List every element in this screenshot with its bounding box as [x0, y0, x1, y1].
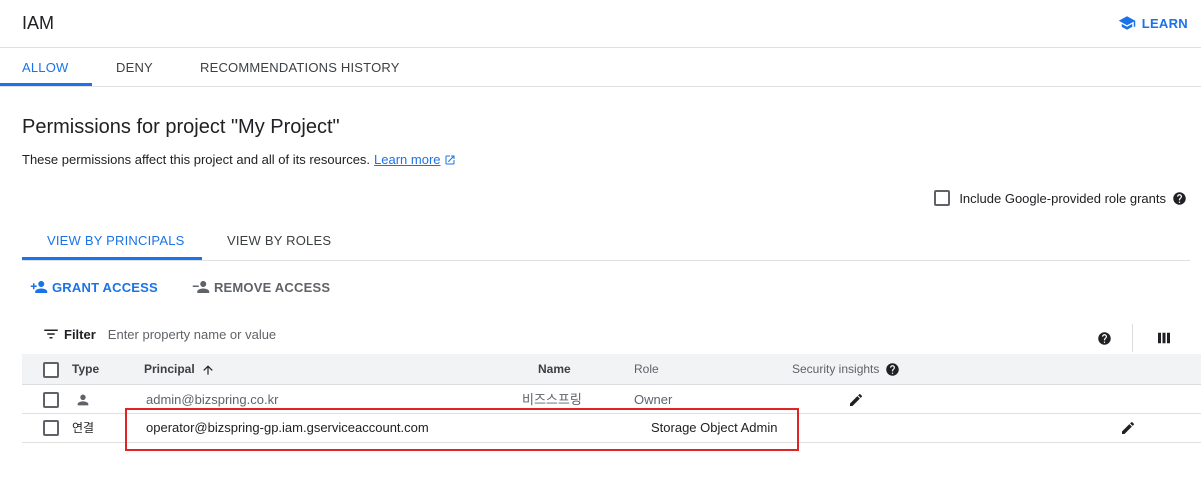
- column-display-icon[interactable]: [1155, 329, 1173, 347]
- description-text: These permissions affect this project an…: [22, 152, 371, 167]
- learn-more-label: Learn more: [374, 152, 441, 167]
- tab-view-by-principals[interactable]: VIEW BY PRINCIPALS: [47, 224, 185, 261]
- active-view-tab-indicator: [22, 257, 202, 260]
- grant-access-label: GRANT ACCESS: [52, 279, 158, 295]
- main-tabs: ALLOW DENY RECOMMENDATIONS HISTORY: [0, 49, 1201, 87]
- page-title: Permissions for project "My Project": [22, 116, 340, 138]
- column-header-security-insights[interactable]: Security insights: [792, 354, 900, 385]
- include-google-grants: Include Google-provided role grants: [934, 190, 1187, 206]
- tab-deny[interactable]: DENY: [116, 49, 153, 87]
- table-header: Type Principal Name Role Security insigh…: [22, 354, 1201, 385]
- action-bar: GRANT ACCESS REMOVE ACCESS: [30, 278, 330, 296]
- column-header-role[interactable]: Role: [634, 354, 659, 385]
- edit-icon[interactable]: [1120, 420, 1136, 436]
- school-icon: [1118, 16, 1135, 30]
- role-cell: Storage Object Admin: [651, 420, 778, 435]
- tab-view-by-roles[interactable]: VIEW BY ROLES: [227, 224, 331, 261]
- include-google-grants-label: Include Google-provided role grants: [959, 190, 1166, 206]
- role-cell: Owner: [634, 392, 673, 407]
- add-person-icon: [30, 281, 48, 293]
- filter-icon: [44, 329, 58, 339]
- learn-label: LEARN: [1141, 15, 1188, 31]
- remove-person-icon: [192, 281, 210, 293]
- filter-label: Filter: [64, 326, 96, 342]
- active-tab-indicator: [0, 83, 92, 86]
- remove-access-label: REMOVE ACCESS: [213, 279, 331, 295]
- remove-access-button[interactable]: REMOVE ACCESS: [192, 278, 330, 296]
- view-tabs: VIEW BY PRINCIPALS VIEW BY ROLES: [22, 224, 1190, 261]
- iam-page: IAM LEARN ALLOW DENY RECOMMENDATIONS HIS…: [0, 0, 1201, 501]
- help-icon[interactable]: [1172, 191, 1187, 206]
- filter-input[interactable]: [107, 326, 708, 342]
- external-link-icon: [445, 155, 455, 164]
- type-label: 연결: [72, 421, 95, 435]
- principal-cell: admin@bizspring.co.kr: [146, 392, 279, 407]
- table-row: admin@bizspring.co.kr 비즈스프링 Owner: [22, 386, 1201, 414]
- name-cell: 비즈스프링: [522, 392, 582, 407]
- arrow-up-icon: [203, 364, 213, 375]
- learn-more-link[interactable]: Learn more: [374, 152, 455, 167]
- row-checkbox[interactable]: [43, 420, 59, 436]
- filter-bar: Filter: [22, 318, 1201, 352]
- divider: [1132, 324, 1133, 352]
- tab-recommendations-history[interactable]: RECOMMENDATIONS HISTORY: [200, 49, 400, 87]
- principal-cell: operator@bizspring-gp.iam.gserviceaccoun…: [146, 420, 429, 435]
- column-header-type[interactable]: Type: [72, 354, 99, 385]
- learn-button[interactable]: LEARN: [1118, 14, 1188, 32]
- select-all-checkbox[interactable]: [43, 362, 59, 378]
- filter-tools: [1097, 324, 1173, 352]
- table-row: 연결 operator@bizspring-gp.iam.gserviceacc…: [22, 413, 1201, 443]
- help-icon[interactable]: [1097, 331, 1112, 346]
- column-header-principal-label: Principal: [144, 362, 195, 376]
- column-header-insights-label: Security insights: [792, 362, 880, 376]
- column-header-name[interactable]: Name: [538, 354, 571, 385]
- tab-allow[interactable]: ALLOW: [22, 49, 69, 87]
- top-app-bar: IAM LEARN: [0, 0, 1201, 48]
- row-checkbox[interactable]: [43, 392, 59, 408]
- help-icon[interactable]: [885, 362, 900, 377]
- app-title: IAM: [22, 13, 55, 33]
- column-header-principal[interactable]: Principal: [144, 354, 215, 385]
- grant-access-button[interactable]: GRANT ACCESS: [30, 278, 158, 296]
- page-description: These permissions affect this project an…: [22, 152, 456, 167]
- person-icon: [77, 394, 89, 406]
- include-google-grants-checkbox[interactable]: [934, 190, 951, 206]
- edit-icon[interactable]: [848, 392, 864, 408]
